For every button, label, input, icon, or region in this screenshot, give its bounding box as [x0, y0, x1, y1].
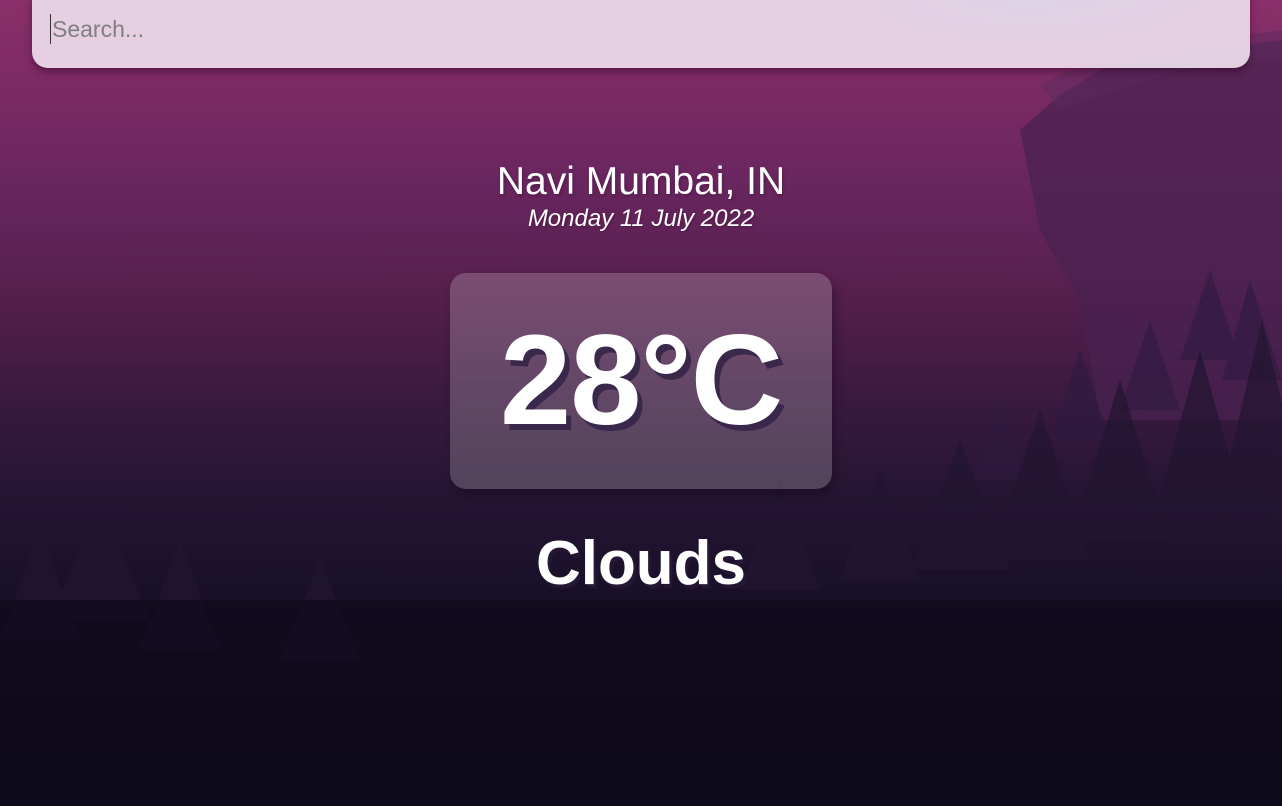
far-trees [970, 270, 1282, 480]
location-title: Navi Mumbai, IN [496, 160, 786, 203]
search-input[interactable] [50, 14, 1232, 44]
temperature-card: 28°C [450, 273, 832, 489]
weather-condition: Clouds [535, 529, 747, 598]
date-label: Monday 11 July 2022 [527, 205, 755, 232]
search-bar [32, 0, 1250, 68]
temperature-value: 28°C [500, 309, 783, 452]
